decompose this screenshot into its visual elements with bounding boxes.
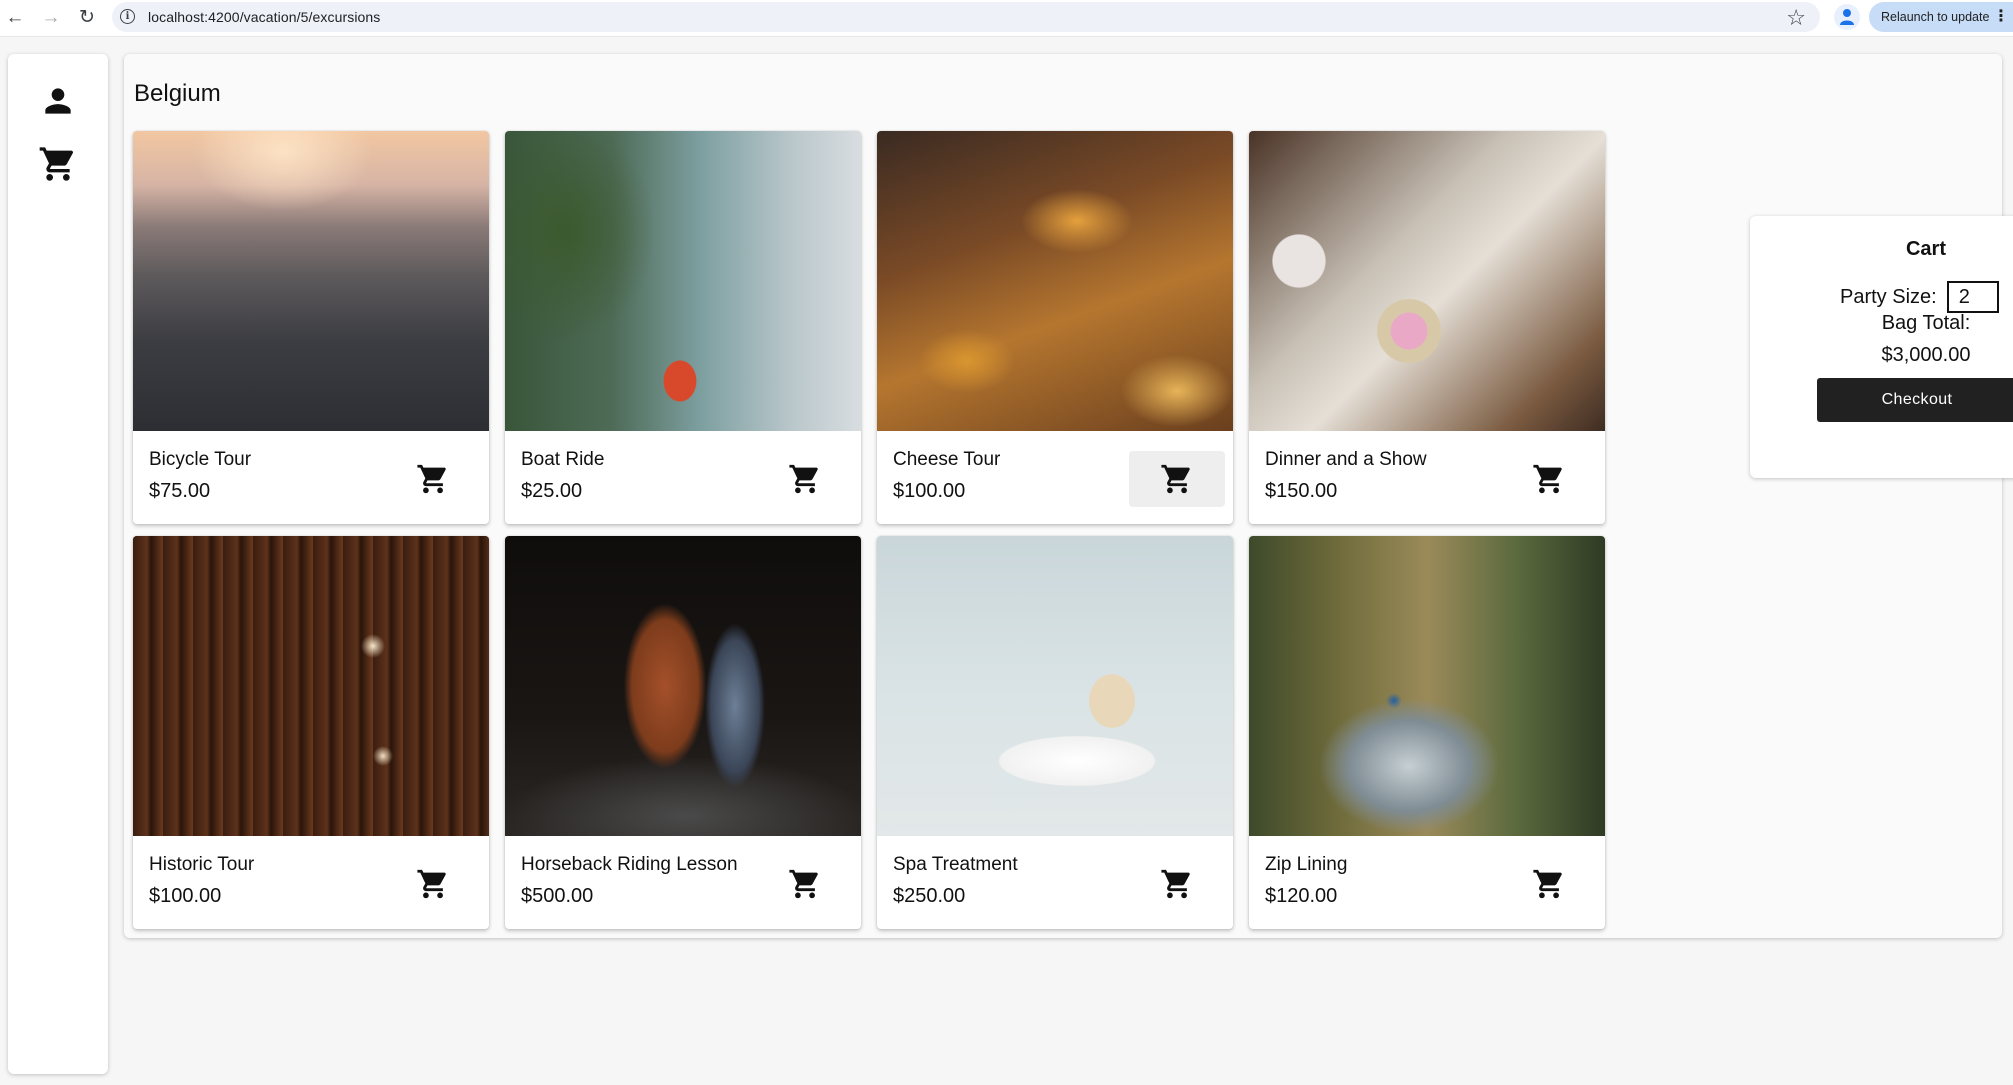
checkout-button[interactable]: Checkout bbox=[1817, 378, 2013, 422]
add-shopping-cart-icon bbox=[417, 869, 446, 899]
add-shopping-cart-icon bbox=[1161, 464, 1190, 494]
add-shopping-cart-icon bbox=[1161, 869, 1190, 899]
horseback-riding-lesson-image bbox=[505, 536, 861, 836]
add-to-cart-button[interactable] bbox=[1129, 451, 1225, 507]
excursion-card-dinner-and-a-show: Dinner and a Show $150.00 bbox=[1249, 131, 1605, 524]
add-to-cart-button[interactable] bbox=[385, 856, 481, 912]
address-bar[interactable]: i localhost:4200/vacation/5/excursions ☆ bbox=[112, 2, 1820, 32]
boat-ride-image bbox=[505, 131, 861, 431]
excursion-name: Bicycle Tour bbox=[149, 449, 252, 470]
url-text[interactable]: localhost:4200/vacation/5/excursions bbox=[148, 9, 380, 25]
cart-title: Cart bbox=[1905, 238, 1946, 260]
dinner-and-a-show-image bbox=[1249, 131, 1605, 431]
excursion-price: $150.00 bbox=[1265, 480, 1338, 502]
party-size-label: Party Size: bbox=[1840, 285, 1937, 308]
excursion-price: $75.00 bbox=[149, 480, 211, 502]
excursion-price: $120.00 bbox=[1265, 885, 1338, 907]
add-to-cart-button[interactable] bbox=[385, 451, 481, 507]
more-vert-icon[interactable]: ⋮ bbox=[1993, 6, 2009, 26]
forward-arrow-icon[interactable]: → bbox=[38, 4, 64, 30]
excursion-name: Zip Lining bbox=[1265, 854, 1348, 875]
excursion-name: Dinner and a Show bbox=[1265, 449, 1427, 470]
person-icon[interactable] bbox=[38, 81, 78, 121]
excursion-name: Cheese Tour bbox=[893, 449, 1001, 470]
excursion-name: Historic Tour bbox=[149, 854, 255, 875]
add-to-cart-button[interactable] bbox=[757, 856, 853, 912]
add-shopping-cart-icon bbox=[789, 464, 818, 494]
excursion-price: $25.00 bbox=[521, 480, 583, 502]
excursion-price: $250.00 bbox=[893, 885, 966, 907]
bag-total-value: $3,000.00 bbox=[1881, 344, 1971, 366]
shopping-cart-icon[interactable] bbox=[38, 144, 78, 184]
relaunch-button[interactable]: Relaunch to update ⋮ bbox=[1869, 2, 2013, 32]
add-shopping-cart-icon bbox=[417, 464, 446, 494]
add-shopping-cart-icon bbox=[1533, 869, 1562, 899]
add-to-cart-button[interactable] bbox=[757, 451, 853, 507]
excursion-price: $100.00 bbox=[149, 885, 222, 907]
party-size-row: Party Size: bbox=[1840, 280, 1999, 314]
bag-total-label: Bag Total: bbox=[1881, 312, 1971, 334]
browser-toolbar: ← → ↻ i localhost:4200/vacation/5/excurs… bbox=[0, 0, 2013, 37]
spa-treatment-image bbox=[877, 536, 1233, 836]
excursion-card-zip-lining: Zip Lining $120.00 bbox=[1249, 536, 1605, 929]
excursion-price: $500.00 bbox=[521, 885, 594, 907]
excursion-card-bicycle-tour: Bicycle Tour $75.00 bbox=[133, 131, 489, 524]
excursion-price: $100.00 bbox=[893, 480, 966, 502]
bicycle-tour-image bbox=[133, 131, 489, 431]
back-arrow-icon[interactable]: ← bbox=[2, 4, 28, 30]
excursion-card-horseback-riding-lesson: Horseback Riding Lesson $500.00 bbox=[505, 536, 861, 929]
cheese-tour-image bbox=[877, 131, 1233, 431]
party-size-input[interactable] bbox=[1946, 281, 1999, 313]
excursion-card-spa-treatment: Spa Treatment $250.00 bbox=[877, 536, 1233, 929]
excursion-card-cheese-tour: Cheese Tour $100.00 bbox=[877, 131, 1233, 524]
excursion-grid: Bicycle Tour $75.00 Boat Ride $25.00 Che… bbox=[133, 131, 1623, 929]
add-shopping-cart-icon bbox=[1533, 464, 1562, 494]
reload-icon[interactable]: ↻ bbox=[74, 4, 100, 30]
add-to-cart-button[interactable] bbox=[1129, 856, 1225, 912]
page-title: Belgium bbox=[134, 80, 221, 107]
add-to-cart-button[interactable] bbox=[1501, 451, 1597, 507]
cart-panel: Cart Party Size: Bag Total: $3,000.00 Ch… bbox=[1750, 216, 2013, 478]
historic-tour-image bbox=[133, 536, 489, 836]
relaunch-label: Relaunch to update bbox=[1881, 10, 1990, 24]
excursion-name: Horseback Riding Lesson bbox=[521, 854, 738, 875]
zip-lining-image bbox=[1249, 536, 1605, 836]
profile-avatar-icon[interactable] bbox=[1834, 4, 1860, 30]
add-to-cart-button[interactable] bbox=[1501, 856, 1597, 912]
add-shopping-cart-icon bbox=[789, 869, 818, 899]
excursion-name: Boat Ride bbox=[521, 449, 605, 470]
site-info-icon[interactable]: i bbox=[120, 9, 135, 24]
excursion-card-boat-ride: Boat Ride $25.00 bbox=[505, 131, 861, 524]
sidebar bbox=[8, 54, 108, 1074]
excursion-card-historic-tour: Historic Tour $100.00 bbox=[133, 536, 489, 929]
excursion-name: Spa Treatment bbox=[893, 854, 1018, 875]
bookmark-star-icon[interactable]: ☆ bbox=[1786, 5, 1806, 31]
excursions-panel: Belgium Bicycle Tour $75.00 Boat Ride $2… bbox=[124, 54, 2013, 938]
